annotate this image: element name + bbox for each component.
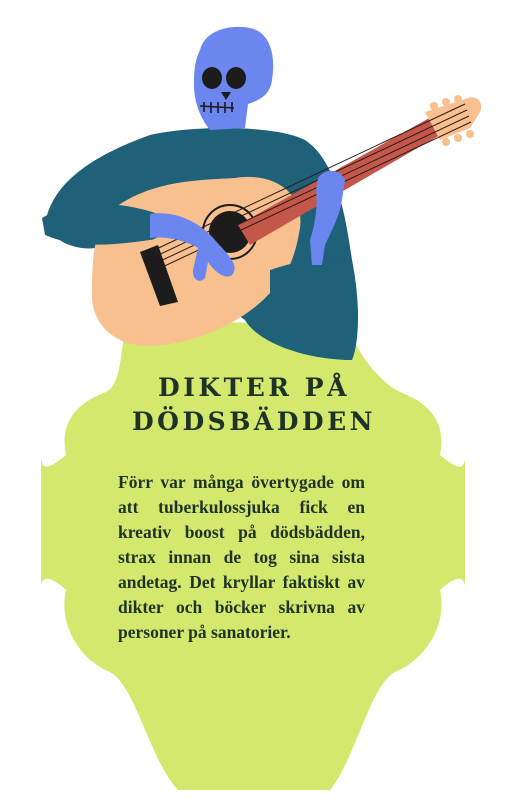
badge-flourish-left: [40, 452, 66, 590]
skeleton-icon: [42, 26, 482, 360]
badge-flourish-right: [440, 452, 466, 590]
title-line-1: DIKTER PÅ: [158, 373, 350, 402]
page-title: DIKTER PÅ DÖDSBÄDDEN: [40, 371, 468, 439]
skull-icon: [193, 26, 274, 131]
body-paragraph: Förr var många övertygade om att tuberku…: [118, 472, 365, 642]
title-line-2: DÖDSBÄDDEN: [132, 407, 376, 436]
